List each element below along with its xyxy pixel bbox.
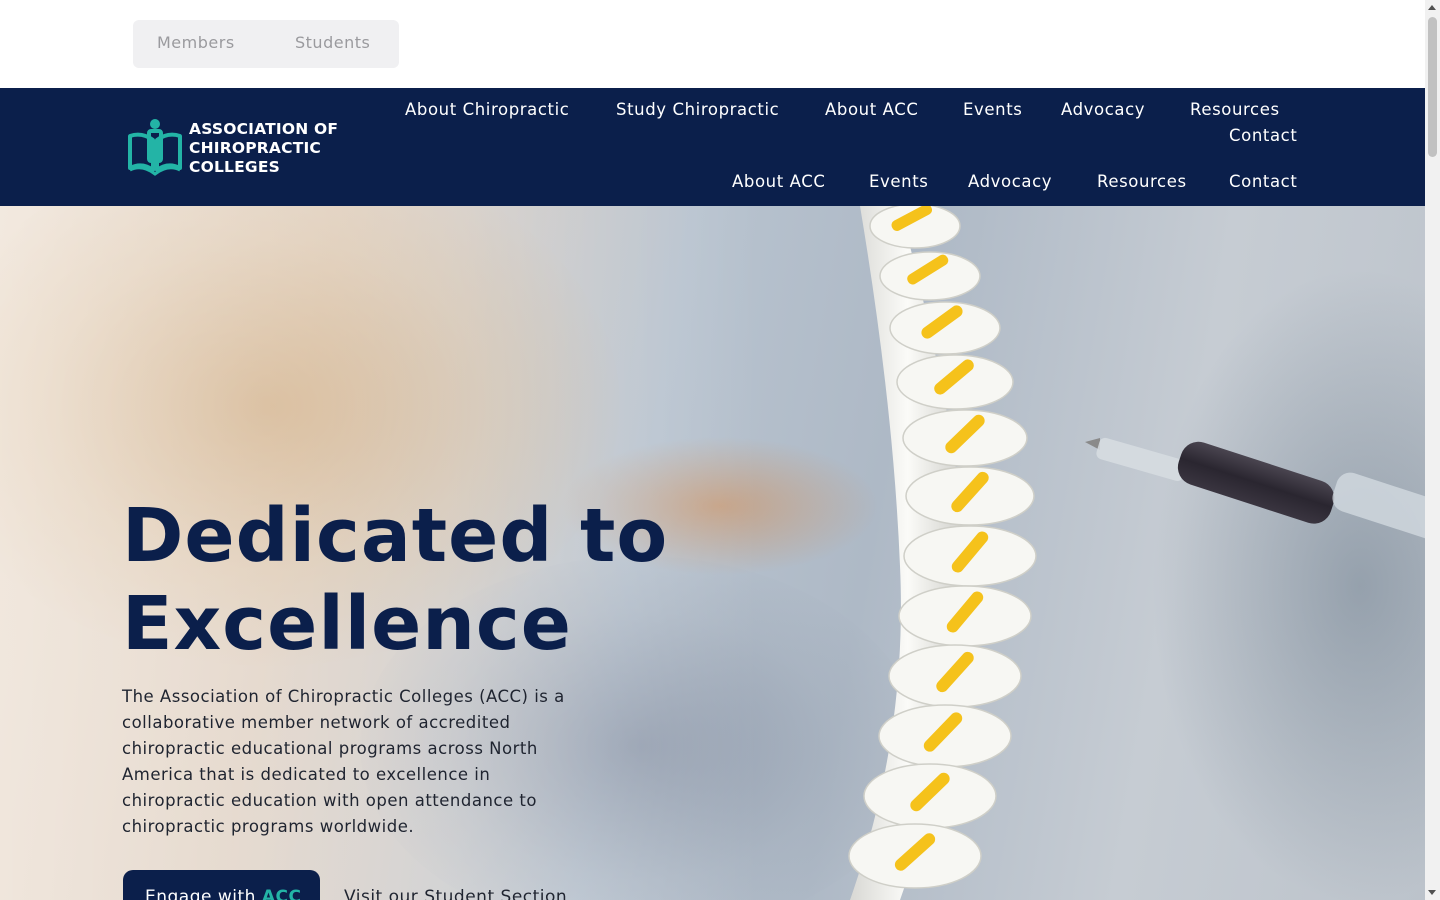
nav-events[interactable]: Events: [963, 100, 1022, 119]
nav-resources[interactable]: Resources: [1190, 100, 1280, 119]
hero-title: Dedicated to Excellence: [122, 492, 762, 668]
logo-line-3: COLLEGES: [189, 158, 280, 176]
nav-secondary-contact[interactable]: Contact: [1229, 172, 1297, 191]
page-scrollbar[interactable]: [1425, 0, 1440, 900]
scroll-down-arrow-icon[interactable]: [1428, 890, 1436, 895]
audience-switch: Members Students: [133, 20, 399, 68]
members-link[interactable]: Members: [157, 33, 235, 52]
hero-title-line-1: Dedicated to: [122, 493, 669, 579]
site-header: ASSOCIATION OF CHIROPRACTIC COLLEGES Abo…: [0, 88, 1425, 206]
hero-title-line-2: Excellence: [122, 581, 572, 667]
site-logo[interactable]: ASSOCIATION OF CHIROPRACTIC COLLEGES: [127, 118, 347, 178]
pen-pointer: [1085, 437, 1425, 541]
engage-button-label: Engage with: [145, 887, 262, 900]
nav-secondary-about-acc[interactable]: About ACC: [732, 172, 825, 191]
open-book-person-logo-icon: [128, 119, 182, 176]
engage-button-accent: ACC: [261, 887, 302, 900]
visit-student-section-link[interactable]: Visit our Student Section: [344, 887, 567, 900]
nav-secondary-resources[interactable]: Resources: [1097, 172, 1187, 191]
utility-bar: Members Students: [0, 0, 1425, 88]
nav-about-chiropractic[interactable]: About Chiropractic: [405, 100, 569, 119]
nav-contact[interactable]: Contact: [1229, 126, 1297, 145]
nav-about-acc[interactable]: About ACC: [825, 100, 918, 119]
logo-wordmark: ASSOCIATION OF CHIROPRACTIC COLLEGES: [189, 120, 338, 177]
nav-secondary-advocacy[interactable]: Advocacy: [968, 172, 1052, 191]
nav-secondary-events[interactable]: Events: [869, 172, 928, 191]
scroll-up-arrow-icon[interactable]: [1428, 5, 1436, 10]
nav-study-chiropractic[interactable]: Study Chiropractic: [616, 100, 779, 119]
nav-advocacy[interactable]: Advocacy: [1061, 100, 1145, 119]
hero-section: Dedicated to Excellence The Association …: [0, 206, 1425, 900]
hero-description: The Association of Chiropractic Colleges…: [122, 687, 565, 836]
logo-line-1: ASSOCIATION OF: [189, 120, 339, 138]
scrollbar-thumb[interactable]: [1428, 17, 1437, 157]
engage-with-acc-button[interactable]: Engage with ACC: [123, 870, 320, 900]
students-link[interactable]: Students: [295, 33, 370, 52]
spine-column: [848, 206, 1037, 900]
logo-line-2: CHIROPRACTIC: [189, 139, 322, 157]
